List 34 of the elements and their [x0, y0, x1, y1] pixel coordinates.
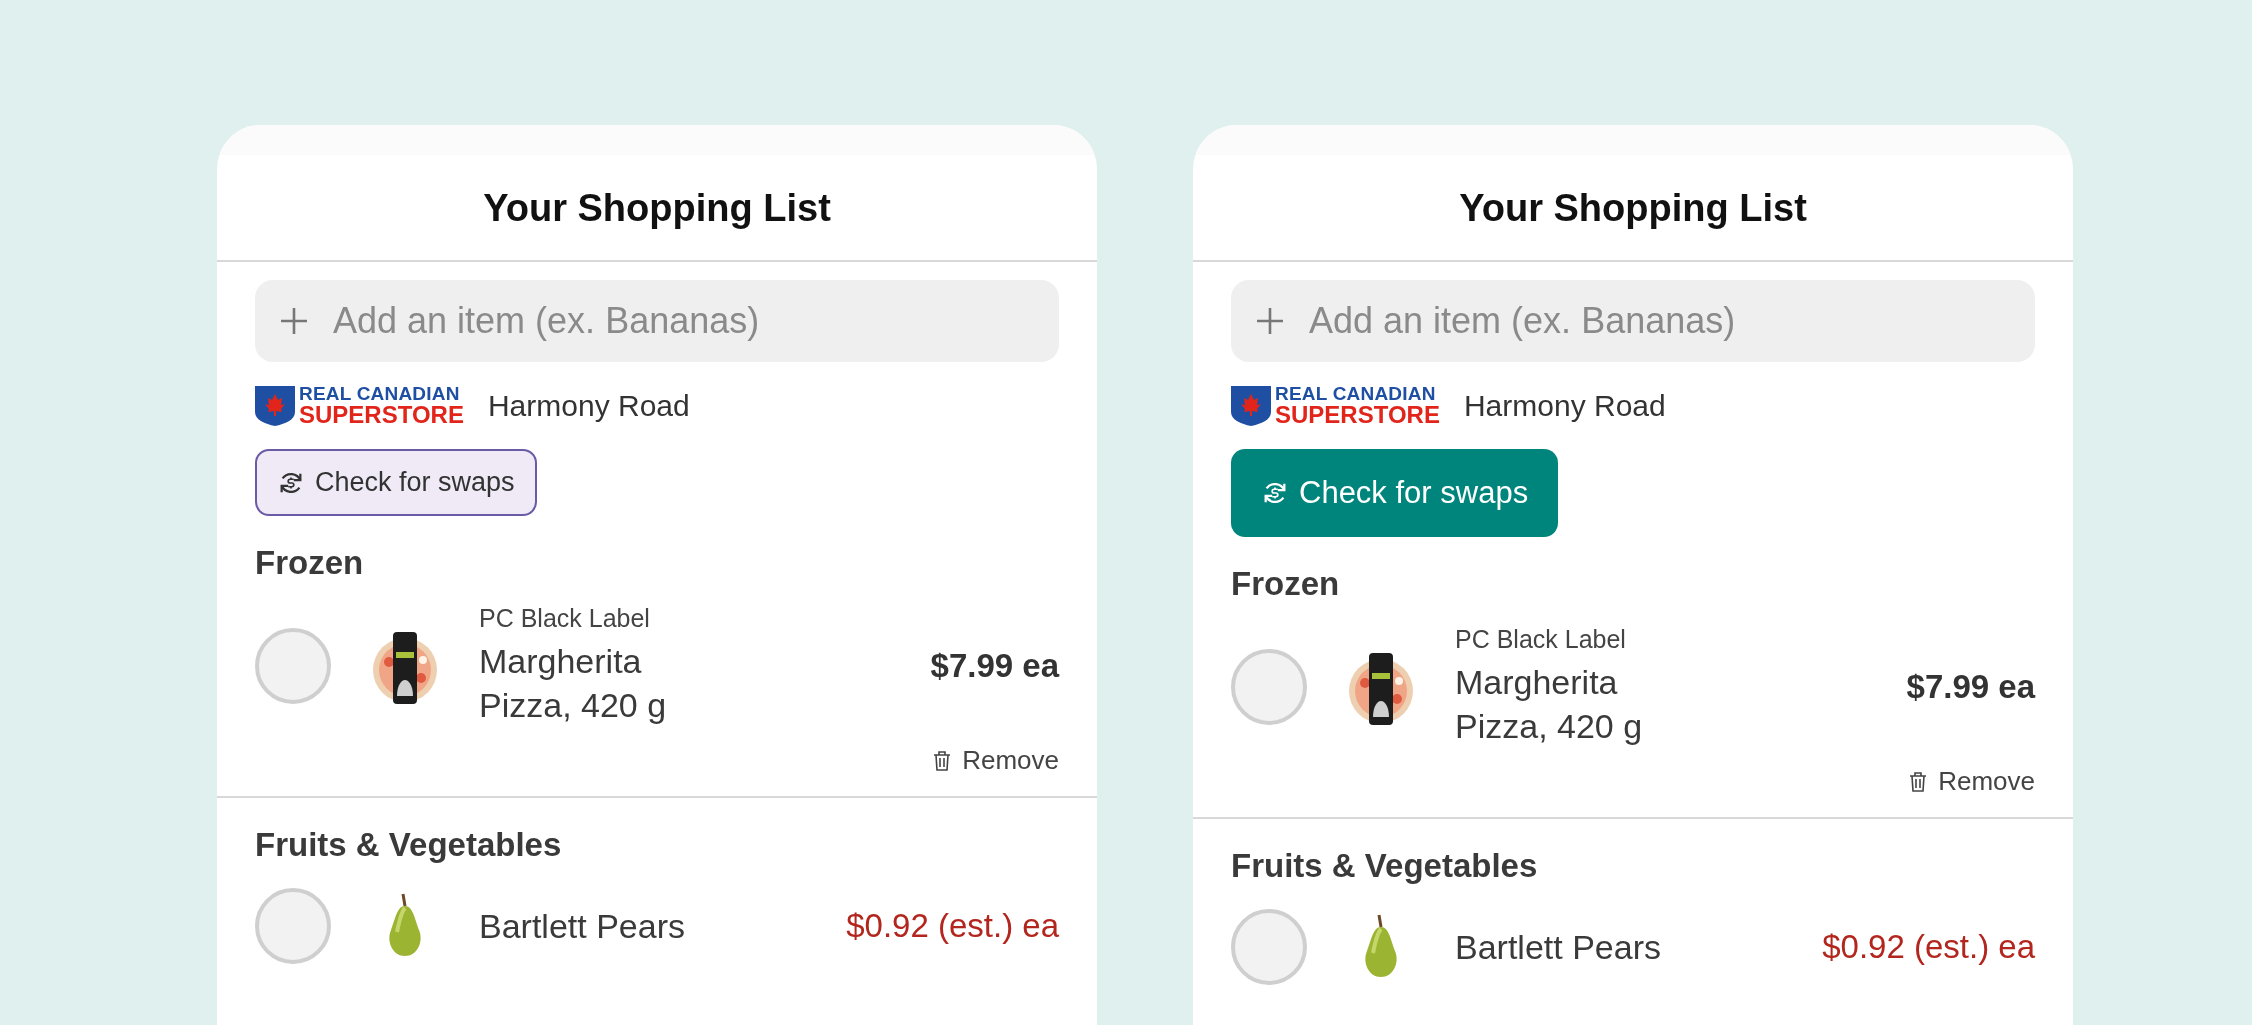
add-item-field[interactable]: Add an item (ex. Bananas): [255, 280, 1059, 362]
item-name: Margherita Pizza, 420 g: [1455, 662, 1644, 748]
item-name: Bartlett Pears: [1455, 927, 1662, 969]
check-swaps-button[interactable]: Check for swaps: [1231, 449, 1559, 537]
store-location: Harmony Road: [1463, 388, 1666, 423]
trash-icon: [932, 749, 953, 772]
item-brand: PC Black Label: [1455, 625, 1627, 654]
item-price: $0.92 (est.) ea: [846, 907, 1059, 946]
logo-text: SUPERSTORE: [299, 403, 464, 427]
check-swaps-button[interactable]: Check for swaps: [255, 449, 537, 516]
maple-leaf-icon: [255, 385, 295, 426]
item-price: $7.99 ea: [930, 646, 1059, 685]
maple-leaf-icon: [1231, 385, 1271, 426]
item-name: Margherita Pizza, 420 g: [479, 641, 668, 727]
remove-button[interactable]: Remove: [932, 745, 1059, 777]
plus-icon: [279, 306, 309, 336]
section-heading: Fruits & Vegetables: [255, 826, 563, 865]
add-item-field[interactable]: Add an item (ex. Bananas): [1231, 280, 2035, 362]
section-heading: Fruits & Vegetables: [1231, 847, 1539, 886]
item-name: Bartlett Pears: [479, 906, 686, 948]
logo-text: REAL CANADIAN: [299, 384, 461, 403]
logo-text: REAL CANADIAN: [1275, 384, 1437, 403]
item-price: $7.99 ea: [1906, 667, 2035, 706]
remove-button[interactable]: Remove: [1908, 766, 2035, 798]
logo-text: SUPERSTORE: [1275, 403, 1440, 427]
section-heading: Frozen: [1231, 565, 1341, 603]
plus-icon: [1255, 306, 1285, 336]
trash-icon: [1908, 770, 1929, 793]
section-heading: Frozen: [255, 544, 365, 582]
item-price: $0.92 (est.) ea: [1822, 928, 2035, 967]
page-title: Your Shopping List: [482, 186, 832, 231]
item-brand: PC Black Label: [479, 604, 651, 633]
page-title: Your Shopping List: [1458, 186, 1808, 231]
store-location: Harmony Road: [487, 388, 690, 423]
